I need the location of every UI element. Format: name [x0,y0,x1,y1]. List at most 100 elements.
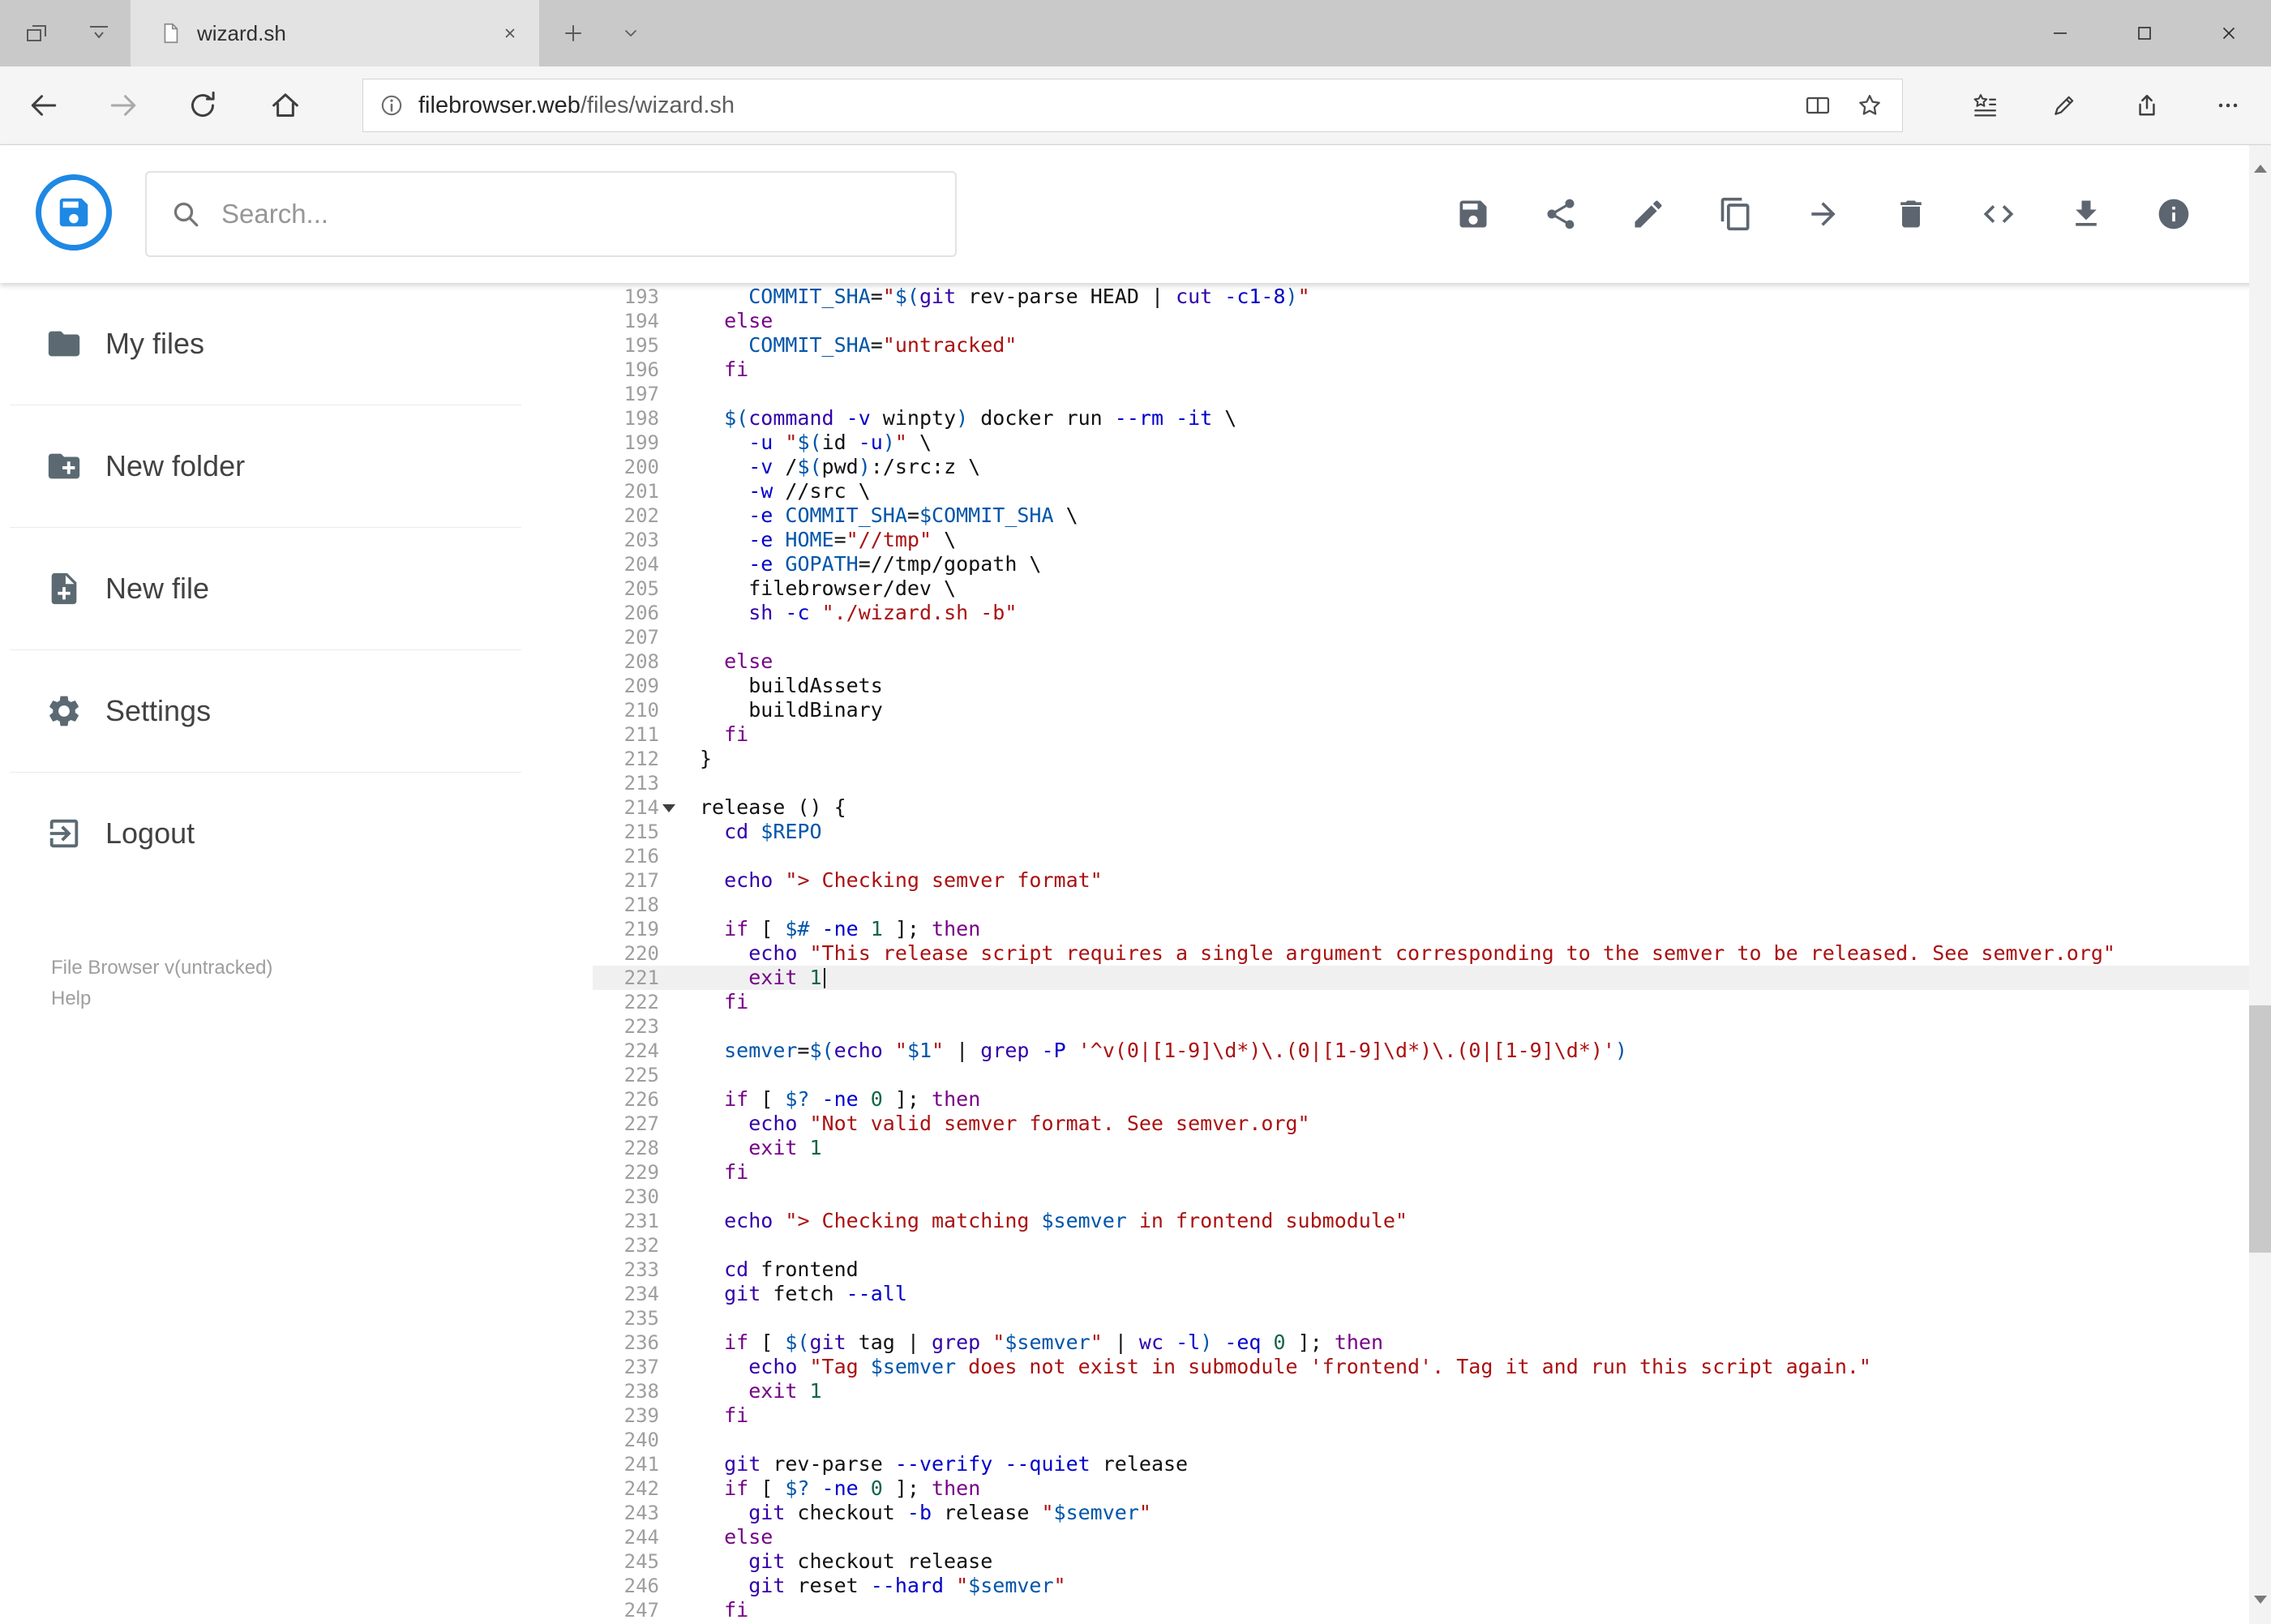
sidebar-item-new-folder[interactable]: New folder [0,405,523,527]
tab-close-icon[interactable] [494,17,526,49]
code-line[interactable]: 216 [593,844,2249,868]
reading-view-icon[interactable] [1803,91,1832,120]
code-line[interactable]: 244 else [593,1525,2249,1549]
code-line[interactable]: 205 filebrowser/dev \ [593,576,2249,601]
url-text[interactable]: filebrowser.web/files/wizard.sh [418,92,735,119]
code-line[interactable]: 232 [593,1233,2249,1258]
code-line[interactable]: 193 COMMIT_SHA="$(git rev-parse HEAD | c… [593,285,2249,309]
more-options-button[interactable] [2202,79,2254,131]
code-line[interactable]: 201 -w //src \ [593,479,2249,503]
delete-button[interactable] [1883,186,1939,242]
code-line[interactable]: 194 else [593,309,2249,333]
back-button[interactable] [18,79,70,131]
code-line[interactable]: 218 [593,893,2249,917]
code-line[interactable]: 213 [593,771,2249,795]
set-tabs-aside-button[interactable] [12,9,61,58]
tab-preview-button[interactable] [75,9,123,58]
code-line[interactable]: 233 cd frontend [593,1258,2249,1282]
code-line[interactable]: 240 [593,1428,2249,1452]
vertical-scrollbar[interactable] [2249,145,2271,1624]
code-line[interactable]: 219 if [ $# -ne 1 ]; then [593,917,2249,941]
code-line[interactable]: 204 -e GOPATH=//tmp/gopath \ [593,552,2249,576]
code-line[interactable]: 227 echo "Not valid semver format. See s… [593,1112,2249,1136]
code-line[interactable]: 207 [593,625,2249,649]
code-line[interactable]: 243 git checkout -b release "$semver" [593,1501,2249,1525]
code-line[interactable]: 229 fi [593,1160,2249,1185]
code-line[interactable]: 208 else [593,649,2249,674]
copy-button[interactable] [1708,186,1764,242]
code-line[interactable]: 224 semver=$(echo "$1" | grep -P '^v(0|[… [593,1039,2249,1063]
maximize-button[interactable] [2102,0,2187,66]
code-line[interactable]: 239 fi [593,1403,2249,1428]
code-line[interactable]: 222 fi [593,990,2249,1014]
code-line[interactable]: 226 if [ $? -ne 0 ]; then [593,1087,2249,1112]
code-line[interactable]: 198 $(command -v winpty) docker run --rm… [593,406,2249,431]
code-line[interactable]: 241 git rev-parse --verify --quiet relea… [593,1452,2249,1476]
code-line[interactable]: 228 exit 1 [593,1136,2249,1160]
minimize-button[interactable] [2018,0,2102,66]
code-line[interactable]: 234 git fetch --all [593,1282,2249,1306]
code-line[interactable]: 220 echo "This release script requires a… [593,941,2249,966]
sidebar-item-new-file[interactable]: New file [0,528,523,649]
code-line[interactable]: 210 buildBinary [593,698,2249,722]
code-line[interactable]: 214 release () { [593,795,2249,820]
code-line[interactable]: 242 if [ $? -ne 0 ]; then [593,1476,2249,1501]
code-line[interactable]: 246 git reset --hard "$semver" [593,1574,2249,1598]
code-line[interactable]: 235 [593,1306,2249,1330]
hub-button[interactable] [1959,79,2011,131]
forward-button[interactable] [97,79,149,131]
sidebar-item-my-files[interactable]: My files [0,283,523,405]
code-line[interactable]: 212} [593,747,2249,771]
code-line[interactable]: 231 echo "> Checking matching $semver in… [593,1209,2249,1233]
code-line[interactable]: 209 buildAssets [593,674,2249,698]
share-button[interactable] [1532,186,1589,242]
sidebar-item-settings[interactable]: Settings [0,650,523,772]
code-line[interactable]: 202 -e COMMIT_SHA=$COMMIT_SHA \ [593,503,2249,528]
sidebar-item-logout[interactable]: Logout [0,773,523,894]
address-bar[interactable]: filebrowser.web/files/wizard.sh [362,79,1903,132]
code-line[interactable]: 211 fi [593,722,2249,747]
scroll-up-arrow-icon[interactable] [2249,145,2271,173]
code-line[interactable]: 206 sh -c "./wizard.sh -b" [593,601,2249,625]
download-button[interactable] [2058,186,2115,242]
home-button[interactable] [259,79,311,131]
page-info-icon[interactable] [378,92,405,119]
rename-button[interactable] [1620,186,1677,242]
web-note-button[interactable] [2038,79,2090,131]
help-link[interactable]: Help [51,987,272,1011]
scrollbar-thumb[interactable] [2249,1005,2271,1253]
code-line[interactable]: 203 -e HOME="//tmp" \ [593,528,2249,552]
code-line[interactable]: 196 fi [593,358,2249,382]
tab-wizard-sh[interactable]: wizard.sh [131,0,539,66]
code-line[interactable]: 199 -u "$(id -u)" \ [593,431,2249,455]
code-button[interactable] [1970,186,2027,242]
tab-dropdown-button[interactable] [606,9,655,58]
add-favorite-star-icon[interactable] [1855,91,1884,120]
search-box[interactable] [145,171,957,257]
search-input[interactable] [220,198,955,230]
close-window-button[interactable] [2187,0,2271,66]
code-line[interactable]: 221 exit 1 [593,966,2249,990]
code-line[interactable]: 223 [593,1014,2249,1039]
code-editor[interactable]: 193 COMMIT_SHA="$(git rev-parse HEAD | c… [593,285,2249,1624]
save-button[interactable] [1445,186,1502,242]
scroll-down-arrow-icon[interactable] [2249,1596,2271,1624]
code-line[interactable]: 197 [593,382,2249,406]
fold-marker-icon[interactable] [662,804,675,812]
info-button[interactable] [2145,186,2202,242]
share-page-button[interactable] [2121,79,2173,131]
code-line[interactable]: 236 if [ $(git tag | grep "$semver" | wc… [593,1330,2249,1355]
code-line[interactable]: 215 cd $REPO [593,820,2249,844]
refresh-button[interactable] [177,79,229,131]
code-line[interactable]: 245 git checkout release [593,1549,2249,1574]
code-line[interactable]: 225 [593,1063,2249,1087]
code-line[interactable]: 230 [593,1185,2249,1209]
code-line[interactable]: 238 exit 1 [593,1379,2249,1403]
new-tab-button[interactable] [549,9,598,58]
code-line[interactable]: 200 -v /$(pwd):/src:z \ [593,455,2249,479]
code-line[interactable]: 237 echo "Tag $semver does not exist in … [593,1355,2249,1379]
code-line[interactable]: 247 fi [593,1598,2249,1622]
move-button[interactable] [1795,186,1852,242]
code-line[interactable]: 195 COMMIT_SHA="untracked" [593,333,2249,358]
code-line[interactable]: 217 echo "> Checking semver format" [593,868,2249,893]
